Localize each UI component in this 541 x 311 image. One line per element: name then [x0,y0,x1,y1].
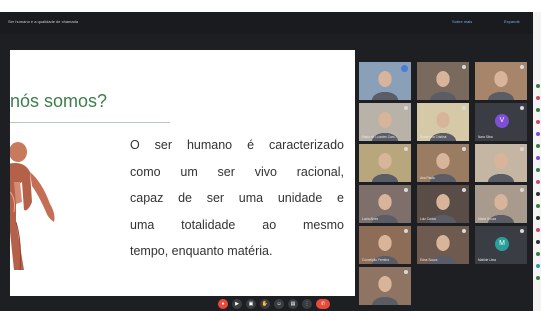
avatar: V [495,114,509,128]
slide-text-line: O ser humano é caracterizado [130,138,344,152]
slide-text-line: como um ser vivo racional, [130,164,344,179]
slide-text-line: uma totalidade ao mesmo [130,217,344,232]
chat-icon: ▤ [290,301,296,307]
participant-name: Conceição Ferreira [362,258,390,262]
raise-hand-button[interactable]: ✋ [260,299,270,309]
mic-status-icon [520,229,524,233]
participant-name: Marta Souza [478,217,497,221]
mic-status-icon [404,229,408,233]
mic-status-icon [520,106,524,110]
end-call-icon: ✆ [320,301,326,307]
raise-hand-icon: ✋ [261,301,269,307]
mic-status-icon [520,188,524,192]
mic-status-icon [462,188,466,192]
participant-tile[interactable]: Luiz Carlos [417,185,469,223]
side-panel-strip[interactable] [533,12,541,311]
participant-name: Maria de Lourdes Cam... [362,135,398,139]
participant-name: Edna Souza [420,258,438,262]
participant-tile[interactable]: Maria de Lourdes Cam... [359,103,411,141]
status-dot [536,120,540,124]
header-link-more[interactable]: Sobre mais [452,19,472,24]
reactions-button[interactable]: ☺ [274,299,284,309]
share-screen-icon: ▣ [248,301,254,307]
anatomy-figure-illustration [10,142,55,271]
shared-slide: nós somos? O ser humano é caracterizado … [10,50,355,296]
participant-gallery: Maria de Lourdes Cam... Rosemara Cristina… [359,50,529,306]
participant-name: Rosemara Cristina [420,135,447,139]
mic-status-icon [404,270,408,274]
status-dot [536,228,540,232]
mic-status-icon [520,147,524,151]
meeting-header: Ser humano e a qualidade de chamada Sobr… [0,12,533,34]
status-dot [536,204,540,208]
mic-off-button[interactable]: ● [218,299,228,309]
participant-name: Ana Paula [420,176,435,180]
status-dot [536,132,540,136]
mic-status-icon [404,188,408,192]
video-button[interactable]: ▶ [232,299,242,309]
participant-tile[interactable]: M Matilde Lima [475,226,527,264]
mic-status-icon [462,65,466,69]
chat-button[interactable]: ▤ [288,299,298,309]
participant-tile[interactable] [417,62,469,100]
participant-tile[interactable]: V Nara Silva [475,103,527,141]
header-link-expand[interactable]: Expandir [504,19,520,24]
participant-name: Matilde Lima [478,258,497,262]
reactions-icon: ☺ [276,301,282,307]
speaking-indicator-icon [401,65,408,72]
participant-tile[interactable] [475,62,527,100]
status-dot [536,276,540,280]
participant-tile[interactable]: Ana Paula [417,144,469,182]
mic-status-icon [462,106,466,110]
slide-body-text: O ser humano é caracterizado como um ser… [130,132,344,265]
participant-name: Nara Silva [478,135,493,139]
participant-tile[interactable] [475,144,527,182]
video-icon: ▶ [235,301,239,307]
slide-text-line: tempo, enquanto matéria. [130,244,273,258]
participant-tile[interactable]: Marta Souza [475,185,527,223]
slide-text-line: capaz de ser uma unidade e [130,191,344,205]
mic-status-icon [462,147,466,151]
status-dot [536,240,540,244]
meeting-title: Ser humano e a qualidade de chamada [8,19,79,24]
mic-status-icon [462,229,466,233]
call-controls-toolbar: ● ▶ ▣ ✋ ☺ ▤ ⋮ ✆ [218,299,338,311]
status-dot [536,252,540,256]
participant-tile[interactable]: Rosemara Cristina [417,103,469,141]
mic-status-icon [520,65,524,69]
participant-tile[interactable] [359,62,411,100]
mic-off-icon: ● [221,301,225,307]
end-call-button[interactable]: ✆ [316,299,330,309]
status-dot [536,108,540,112]
participant-name: Lucia Alves [362,217,379,221]
status-dot [536,96,540,100]
more-button[interactable]: ⋮ [302,299,312,309]
participant-tile[interactable]: Conceição Ferreira [359,226,411,264]
participant-name: Luiz Carlos [420,217,436,221]
participant-tile[interactable]: Edna Souza [417,226,469,264]
slide-title: nós somos? [10,91,108,111]
status-dot [536,168,540,172]
status-dot [536,216,540,220]
slide-title-divider [10,122,170,123]
status-dot [536,84,540,88]
meeting-window: Ser humano e a qualidade de chamada Sobr… [0,12,541,311]
more-icon: ⋮ [304,301,310,307]
status-dot [536,156,540,160]
status-dot [536,180,540,184]
mic-status-icon [404,106,408,110]
participant-tile[interactable]: Lucia Alves [359,185,411,223]
share-screen-button[interactable]: ▣ [246,299,256,309]
status-dot [536,144,540,148]
participant-tile[interactable] [359,144,411,182]
participant-tile[interactable] [359,267,411,305]
status-dot [536,264,540,268]
status-dot [536,192,540,196]
avatar: M [495,237,509,251]
mic-status-icon [404,147,408,151]
